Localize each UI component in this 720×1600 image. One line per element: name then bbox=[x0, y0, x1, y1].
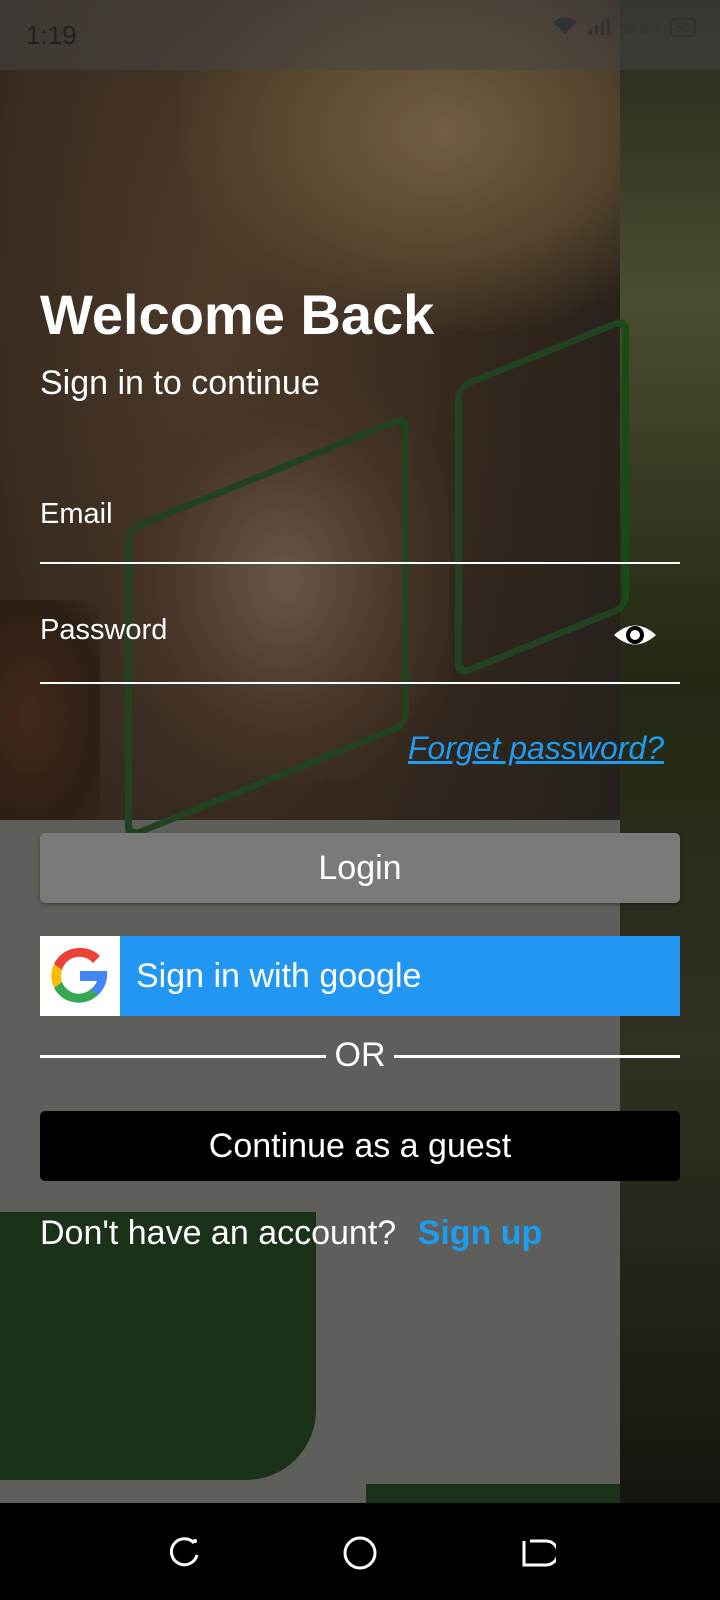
signup-row: Don't have an account? Sign up bbox=[40, 1214, 542, 1253]
navigation-bar bbox=[0, 1503, 720, 1600]
google-logo-icon bbox=[40, 936, 120, 1016]
status-bar: 1:19 51 B/s 55 bbox=[0, 0, 720, 70]
page-title: Welcome Back bbox=[40, 283, 435, 346]
login-button[interactable]: Login bbox=[40, 833, 680, 903]
status-time: 1:19 bbox=[26, 20, 77, 50]
email-label: Email bbox=[40, 498, 113, 530]
status-icons: 51 B/s 55 bbox=[552, 16, 696, 39]
back-icon[interactable] bbox=[516, 1533, 560, 1573]
password-label: Password bbox=[40, 614, 168, 646]
signal-icon bbox=[588, 16, 610, 39]
network-speed: 51 B/s bbox=[619, 19, 660, 36]
signup-prompt: Don't have an account? bbox=[40, 1214, 397, 1252]
email-field[interactable]: Email bbox=[40, 480, 680, 564]
forgot-password-link[interactable]: Forget password? bbox=[408, 730, 664, 767]
battery-icon: 55 bbox=[669, 18, 696, 37]
google-signin-label: Sign in with google bbox=[136, 957, 422, 995]
google-signin-button[interactable]: Sign in with google bbox=[40, 936, 680, 1016]
divider-right bbox=[394, 1055, 680, 1058]
or-divider-text: OR bbox=[334, 1036, 386, 1074]
password-field[interactable]: Password bbox=[40, 590, 680, 684]
page-subtitle: Sign in to continue bbox=[40, 364, 320, 402]
divider-left bbox=[40, 1055, 326, 1058]
recents-icon[interactable] bbox=[164, 1533, 204, 1573]
home-icon[interactable] bbox=[340, 1533, 380, 1573]
continue-as-guest-button[interactable]: Continue as a guest bbox=[40, 1111, 680, 1181]
wifi-icon bbox=[552, 16, 578, 39]
eye-icon[interactable] bbox=[612, 612, 658, 658]
signup-link[interactable]: Sign up bbox=[418, 1214, 543, 1252]
